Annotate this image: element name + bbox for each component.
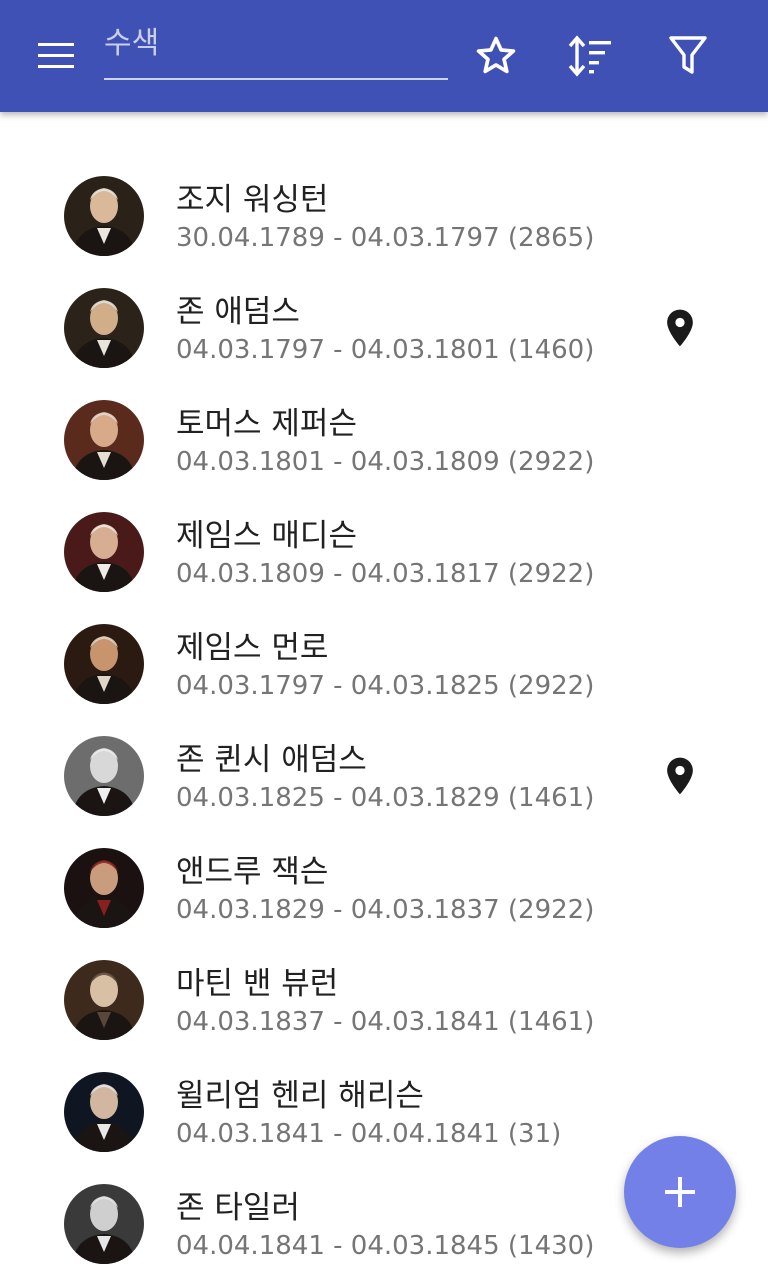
sort-button[interactable]: [563, 28, 619, 84]
president-name: 조지 워싱턴: [176, 182, 329, 218]
president-name: 토머스 제퍼슨: [176, 406, 357, 442]
president-name: 존 퀸시 애덤스: [176, 742, 367, 778]
avatar: [64, 960, 144, 1040]
list-item[interactable]: 존 퀸시 애덤스 04.03.1825 - 04.03.1829 (1461): [0, 720, 768, 832]
term-dates: 04.03.1797 - 04.03.1825 (2922): [176, 671, 595, 701]
search-input[interactable]: [104, 22, 448, 80]
avatar: [64, 848, 144, 928]
filter-button[interactable]: [660, 28, 716, 84]
menu-button[interactable]: [20, 32, 92, 80]
term-dates: 04.03.1809 - 04.03.1817 (2922): [176, 559, 595, 589]
term-dates: 04.03.1825 - 04.03.1829 (1461): [176, 783, 595, 813]
president-name: 윌리엄 헨리 해리슨: [176, 1078, 424, 1114]
location-pin-icon[interactable]: [658, 306, 702, 350]
list-item[interactable]: 조지 워싱턴 30.04.1789 - 04.03.1797 (2865): [0, 160, 768, 272]
menu-icon: [38, 43, 74, 68]
term-dates: 04.03.1829 - 04.03.1837 (2922): [176, 895, 595, 925]
president-name: 마틴 밴 뷰런: [176, 966, 339, 1002]
president-name: 제임스 매디슨: [176, 518, 357, 554]
plus-icon: [665, 1177, 695, 1207]
list-item[interactable]: 토머스 제퍼슨 04.03.1801 - 04.03.1809 (2922): [0, 384, 768, 496]
avatar: [64, 176, 144, 256]
avatar: [64, 400, 144, 480]
avatar: [64, 624, 144, 704]
filter-icon: [669, 36, 707, 74]
star-outline-icon: [476, 36, 516, 74]
location-pin-icon[interactable]: [658, 754, 702, 798]
add-button[interactable]: [624, 1136, 736, 1248]
avatar: [64, 512, 144, 592]
president-name: 존 타일러: [176, 1190, 300, 1226]
app-bar: [0, 0, 768, 112]
term-dates: 30.04.1789 - 04.03.1797 (2865): [176, 223, 595, 253]
president-name: 존 애덤스: [176, 294, 300, 330]
term-dates: 04.03.1797 - 04.03.1801 (1460): [176, 335, 595, 365]
sort-icon: [568, 35, 611, 77]
avatar: [64, 1072, 144, 1152]
search-container: [104, 22, 448, 82]
president-name: 제임스 먼로: [176, 630, 329, 666]
list-item[interactable]: 제임스 매디슨 04.03.1809 - 04.03.1817 (2922): [0, 496, 768, 608]
avatar: [64, 288, 144, 368]
avatar: [64, 736, 144, 816]
list-item[interactable]: 제임스 먼로 04.03.1797 - 04.03.1825 (2922): [0, 608, 768, 720]
list-item[interactable]: 앤드루 잭슨 04.03.1829 - 04.03.1837 (2922): [0, 832, 768, 944]
president-name: 앤드루 잭슨: [176, 854, 329, 890]
term-dates: 04.03.1837 - 04.03.1841 (1461): [176, 1007, 595, 1037]
list-item[interactable]: 존 애덤스 04.03.1797 - 04.03.1801 (1460): [0, 272, 768, 384]
list-item[interactable]: 마틴 밴 뷰런 04.03.1837 - 04.03.1841 (1461): [0, 944, 768, 1056]
term-dates: 04.03.1841 - 04.04.1841 (31): [176, 1119, 562, 1149]
avatar: [64, 1184, 144, 1264]
term-dates: 04.03.1801 - 04.03.1809 (2922): [176, 447, 595, 477]
favorites-button[interactable]: [468, 28, 524, 84]
term-dates: 04.04.1841 - 04.03.1845 (1430): [176, 1231, 595, 1261]
president-list: 조지 워싱턴 30.04.1789 - 04.03.1797 (2865) 존 애덤…: [0, 160, 768, 1280]
